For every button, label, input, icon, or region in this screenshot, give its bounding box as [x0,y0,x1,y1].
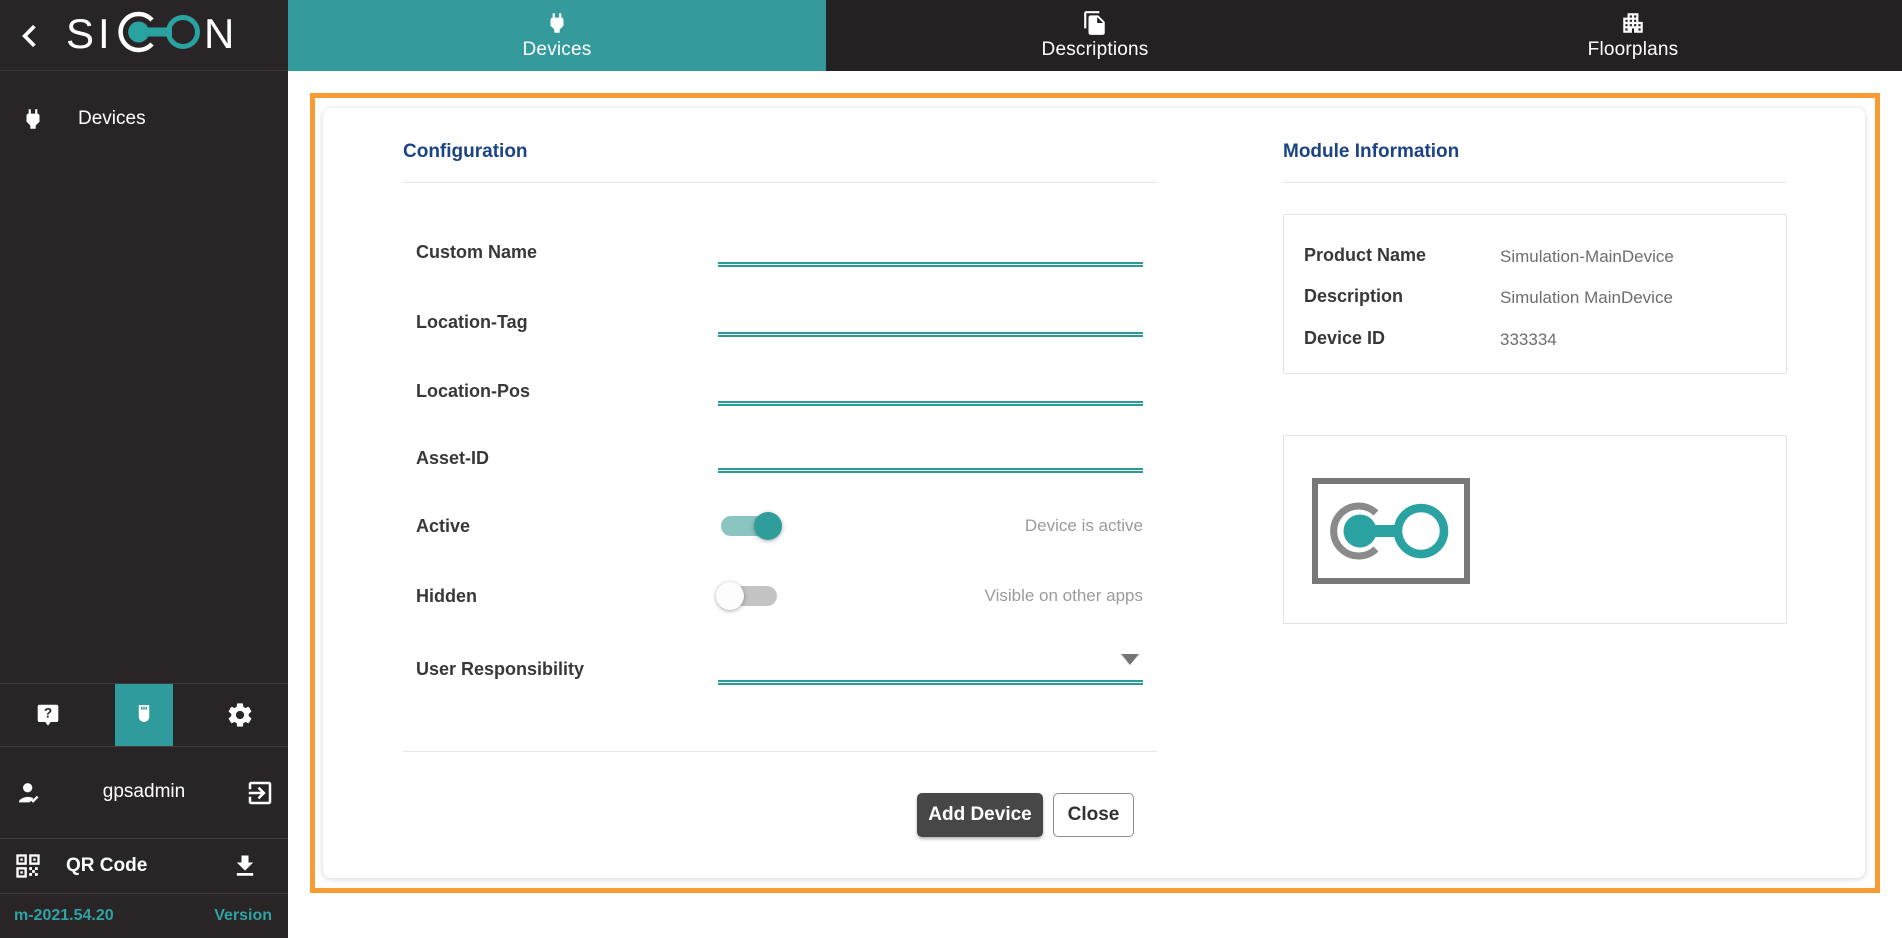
info-label-device-id: Device ID [1304,327,1385,349]
version-number: m-2021.54.20 [14,907,114,925]
info-value-product-name: Simulation-MainDevice [1500,246,1674,268]
version-label: Version [214,907,272,925]
input-underline [718,401,1143,406]
sidebar-logo-row: SI N [0,0,288,71]
input-underline [718,680,1143,685]
info-label-product-name: Product Name [1304,244,1426,266]
logo-o-ring [169,18,198,47]
asset-id-input[interactable] [718,438,1143,468]
info-label-description: Description [1304,285,1403,307]
sicon-logo: SI N [64,9,262,55]
device-form-card: Configuration Custom Name Location-Tag L… [323,108,1865,878]
divider [403,751,1157,752]
logo-text-suffix: N [204,10,234,55]
usb-device-icon [130,701,158,729]
plug-icon [20,106,46,132]
toggle-thumb [716,582,744,610]
help-button[interactable]: ? [0,684,96,746]
sidebar-quick-actions: ? [0,684,288,746]
tab-bar: Devices Descriptions Floorplans [288,0,1902,71]
download-icon[interactable] [231,852,259,880]
copy-icon [1082,10,1108,36]
sidebar: SI N Devices ? [0,0,288,938]
sidebar-item-label: Devices [78,108,146,130]
sidebar-version-row: m-2021.54.20 Version [0,894,288,938]
co-logo-o-ring [1398,508,1444,554]
devices-quick-active-square [115,684,173,746]
tab-label: Descriptions [1042,39,1149,61]
toggle-thumb [754,512,782,540]
tab-descriptions[interactable]: Descriptions [826,0,1364,71]
field-label-location-pos: Location-Pos [416,380,530,402]
module-information-heading: Module Information [1283,141,1459,163]
sidebar-user-row: gpsadmin [0,747,288,838]
logo-dot [128,22,149,43]
logo-text-prefix: SI [66,10,114,55]
gear-icon [226,701,254,729]
hidden-hint: Visible on other apps [985,586,1143,606]
active-toggle[interactable] [721,516,777,536]
add-device-button[interactable]: Add Device [917,793,1043,837]
hidden-toggle[interactable] [721,586,777,606]
info-value-description: Simulation MainDevice [1500,287,1673,309]
close-button[interactable]: Close [1053,793,1134,837]
sidebar-item-devices[interactable]: Devices [0,96,288,142]
user-responsibility-select[interactable] [718,648,1143,682]
building-icon [1620,10,1646,36]
dropdown-arrow-icon [1121,654,1139,665]
chevron-left-icon [14,20,46,52]
divider [1283,182,1787,183]
input-underline [718,262,1143,267]
active-hint: Device is active [1025,516,1143,536]
divider [403,182,1157,183]
module-logo-box [1283,435,1787,624]
co-logo [1312,478,1470,584]
devices-quick-button[interactable] [96,684,192,746]
sidebar-qr-row[interactable]: QR Code [0,839,288,893]
info-value-device-id: 333334 [1500,329,1557,351]
field-label-hidden: Hidden [416,585,477,607]
custom-name-input[interactable] [718,232,1143,262]
settings-button[interactable] [192,684,288,746]
field-label-active: Active [416,515,470,537]
field-label-custom-name: Custom Name [416,241,537,263]
plug-icon [544,10,570,36]
location-pos-input[interactable] [718,371,1143,401]
tab-floorplans[interactable]: Floorplans [1364,0,1902,71]
tab-label: Devices [523,39,592,61]
back-button[interactable] [14,20,46,52]
module-info-box: Product Name Simulation-MainDevice Descr… [1283,214,1787,374]
logout-icon [245,778,275,808]
field-label-user-responsibility: User Responsibility [416,658,584,680]
input-underline [718,332,1143,337]
tab-label: Floorplans [1588,39,1679,61]
qr-code-label: QR Code [66,855,147,877]
logout-button[interactable] [245,778,275,808]
main-content: Configuration Custom Name Location-Tag L… [288,71,1902,938]
field-label-location-tag: Location-Tag [416,311,528,333]
qr-code-icon [14,852,42,880]
input-underline [718,468,1143,473]
location-tag-input[interactable] [718,302,1143,332]
field-label-asset-id: Asset-ID [416,447,489,469]
configuration-heading: Configuration [403,141,528,163]
svg-text:?: ? [44,706,52,721]
help-icon: ? [35,702,61,728]
tab-devices[interactable]: Devices [288,0,826,71]
